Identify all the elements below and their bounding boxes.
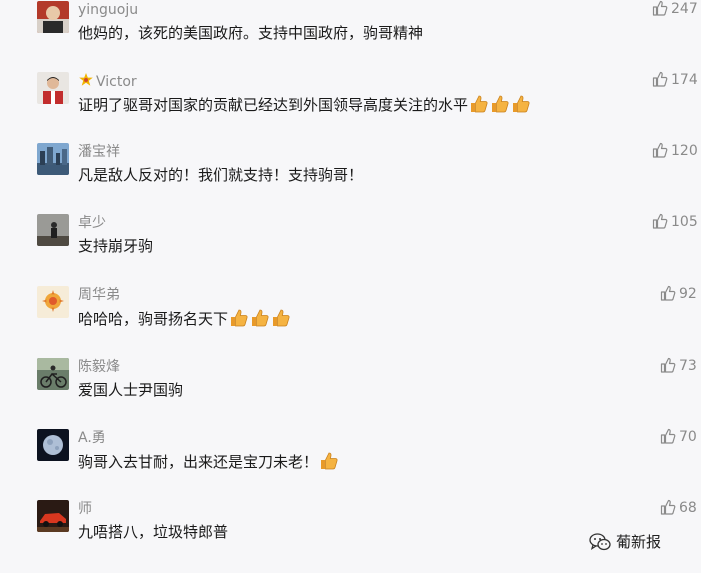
comment-item: 陈毅烽 爱国人士尹国驹 73 — [0, 356, 701, 429]
avatar-image — [37, 72, 69, 104]
thumbs-up-emoji-icon — [513, 95, 530, 113]
comment-text: 证明了驱哥对国家的贡献已经达到外国领导高度关注的水平 — [78, 94, 531, 115]
like-button[interactable]: 68 — [660, 498, 697, 518]
like-button[interactable]: 174 — [652, 70, 698, 90]
like-button[interactable]: 92 — [660, 284, 697, 304]
thumbs-up-emoji-icon — [492, 95, 509, 113]
avatar[interactable] — [37, 286, 69, 318]
avatar-image — [37, 214, 69, 246]
thumbs-up-emoji-icon — [471, 95, 488, 113]
like-button[interactable]: 105 — [652, 212, 698, 232]
avatar[interactable] — [37, 143, 69, 175]
comment-text: 凡是敌人反对的！我们就支持！支持驹哥！ — [78, 166, 364, 184]
avatar-image — [37, 143, 69, 175]
comment-text: 驹哥入去甘耐，出来还是宝刀未老！ — [78, 451, 339, 472]
comment-text-content: 哈哈哈，驹哥扬名天下 — [78, 310, 229, 328]
comment-text: 支持崩牙驹 — [78, 237, 154, 255]
comment-author[interactable]: Victor — [78, 72, 137, 91]
comment-author[interactable]: 陈毅烽 — [78, 358, 120, 376]
comment-item: 潘宝祥 凡是敌人反对的！我们就支持！支持驹哥！ 120 — [0, 141, 701, 214]
like-count: 105 — [671, 214, 698, 230]
thumbs-up-emoji-icon — [231, 309, 248, 327]
thumbs-up-icon — [660, 285, 676, 301]
like-button[interactable]: 70 — [660, 427, 697, 447]
thumbs-up-icon — [652, 71, 668, 87]
comment-text: 他妈的，该死的美国政府。支持中国政府，驹哥精神 — [78, 24, 424, 42]
thumbs-up-emoji-icon — [252, 309, 269, 327]
wechat-icon — [589, 533, 611, 551]
avatar[interactable] — [37, 500, 69, 532]
comment-item: A.勇 驹哥入去甘耐，出来还是宝刀未老！ 70 — [0, 427, 701, 500]
like-button[interactable]: 73 — [660, 356, 697, 376]
comment-text: 哈哈哈，驹哥扬名天下 — [78, 308, 291, 329]
comment-item: yinguoju 他妈的，该死的美国政府。支持中国政府，驹哥精神 247 — [0, 0, 701, 72]
like-count: 70 — [679, 429, 697, 445]
comment-item: 周华弟 哈哈哈，驹哥扬名天下 92 — [0, 284, 701, 357]
avatar-image — [37, 429, 69, 461]
avatar[interactable] — [37, 72, 69, 104]
comment-text: 爱国人士尹国驹 — [78, 381, 184, 399]
thumbs-up-icon — [660, 428, 676, 444]
like-button[interactable]: 247 — [652, 0, 698, 19]
comment-text-content: 驹哥入去甘耐，出来还是宝刀未老！ — [78, 453, 319, 471]
thumbs-up-icon — [652, 142, 668, 158]
avatar-image — [37, 500, 69, 532]
comment-author[interactable]: yinguoju — [78, 1, 138, 19]
comment-author[interactable]: 卓少 — [78, 214, 106, 232]
like-button[interactable]: 120 — [652, 141, 698, 161]
like-count: 174 — [671, 72, 698, 88]
thumbs-up-emoji-icon — [321, 452, 338, 470]
avatar-image — [37, 358, 69, 390]
comment-author[interactable]: 潘宝祥 — [78, 143, 120, 161]
comment-author[interactable]: 周华弟 — [78, 286, 120, 304]
thumbs-up-icon — [660, 357, 676, 373]
comment-author[interactable]: A.勇 — [78, 429, 106, 447]
comment-text-content: 证明了驱哥对国家的贡献已经达到外国领导高度关注的水平 — [78, 96, 469, 114]
avatar-image — [37, 1, 69, 33]
like-count: 247 — [671, 1, 698, 17]
like-count: 68 — [679, 500, 697, 516]
vip-badge-icon — [79, 73, 93, 86]
avatar[interactable] — [37, 358, 69, 390]
like-count: 92 — [679, 286, 697, 302]
comment-text: 九唔搭八，垃圾特郎普 — [78, 523, 229, 541]
comment-item: Victor 证明了驱哥对国家的贡献已经达到外国领导高度关注的水平 174 — [0, 70, 701, 143]
thumbs-up-emoji-icon — [273, 309, 290, 327]
avatar-image — [37, 286, 69, 318]
thumbs-up-icon — [652, 0, 668, 16]
like-count: 73 — [679, 358, 697, 374]
like-count: 120 — [671, 143, 698, 159]
avatar[interactable] — [37, 429, 69, 461]
comment-author[interactable]: 师 — [78, 500, 92, 518]
thumbs-up-icon — [652, 213, 668, 229]
thumbs-up-icon — [660, 499, 676, 515]
watermark: 葡新报 — [589, 530, 661, 554]
avatar[interactable] — [37, 214, 69, 246]
avatar[interactable] — [37, 1, 69, 33]
comment-author-name: Victor — [96, 74, 137, 90]
comment-item: 卓少 支持崩牙驹 105 — [0, 212, 701, 285]
watermark-label: 葡新报 — [616, 533, 662, 551]
